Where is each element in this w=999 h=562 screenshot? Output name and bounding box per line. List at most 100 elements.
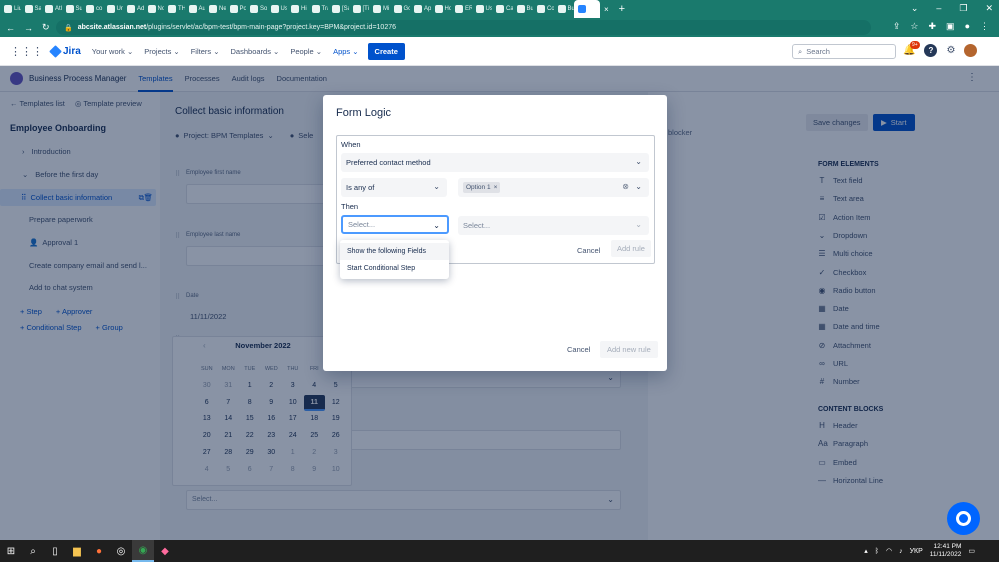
when-field-select[interactable]: Preferred contact method ⌄ [341, 153, 649, 172]
firefox-icon[interactable]: ● [88, 540, 110, 562]
task-view-icon[interactable]: ▯ [44, 540, 66, 562]
browser-tab[interactable]: Bu [513, 0, 533, 18]
nav-dashboards[interactable]: Dashboards ⌄ [231, 47, 280, 56]
then-target-select[interactable]: Select... ⌄ [458, 216, 649, 235]
browser-tab[interactable]: TH [164, 0, 185, 18]
top-nav-icons: 🔔 9+ ? ⚙ [903, 41, 978, 57]
share-icon[interactable]: ⇪ [893, 21, 901, 32]
file-explorer-icon[interactable]: ▆ [66, 540, 88, 562]
then-action-select[interactable]: Select... ⌄ [341, 215, 449, 234]
browser-tab[interactable]: Ne [205, 0, 226, 18]
browser-tab[interactable]: [Sa [328, 0, 349, 18]
settings-gear-icon[interactable]: ⚙ [946, 45, 955, 56]
operator-select[interactable]: Is any of ⌄ [341, 178, 447, 197]
when-label: When [341, 140, 361, 149]
browser-tab[interactable]: Atl [41, 0, 62, 18]
browser-tab[interactable]: Ad [123, 0, 144, 18]
browser-tab[interactable]: Hi [287, 0, 308, 18]
browser-tab[interactable]: Ho [431, 0, 451, 18]
help-chat-button[interactable] [947, 502, 980, 535]
jira-logo[interactable]: Jira [49, 44, 81, 58]
browser-tab[interactable]: Us [472, 0, 492, 18]
bluetooth-icon[interactable]: ᛒ [875, 548, 879, 555]
search-input[interactable]: ⌕ Search [792, 44, 896, 59]
tab-favicon-icon [86, 5, 94, 13]
clock[interactable]: 12:41 PM 11/11/2022 [930, 543, 962, 559]
browser-tab[interactable]: Liu [0, 0, 21, 18]
add-new-rule-button[interactable]: Add new rule [600, 341, 658, 358]
bookmark-star-icon[interactable]: ☆ [910, 21, 918, 32]
url-field[interactable]: 🔒 abcsite.atlassian.net/plugins/servlet/… [56, 20, 871, 35]
close-window-icon[interactable]: ✕ [985, 3, 993, 14]
browser-tab[interactable]: No [144, 0, 164, 18]
taskbar-search-icon[interactable]: ⌕ [22, 540, 44, 562]
chrome-icon[interactable]: ◉ [132, 540, 154, 562]
remove-chip-icon[interactable]: × [494, 184, 498, 191]
restore-icon[interactable]: ❐ [959, 3, 967, 14]
cancel-button[interactable]: Cancel [567, 345, 590, 354]
option-show-fields[interactable]: Show the following Fields [340, 243, 449, 260]
browser-tab[interactable]: Sol [246, 0, 267, 18]
browser-tab[interactable]: ER [451, 0, 472, 18]
browser-tab[interactable]: Au [185, 0, 205, 18]
notifications-icon[interactable]: 🔔 9+ [903, 41, 920, 56]
tab-favicon-icon [414, 5, 422, 13]
extensions-icon[interactable]: ✚ [929, 21, 937, 32]
tray-apps-icon[interactable]: ▴ [864, 547, 868, 555]
wifi-icon[interactable]: ◠ [886, 547, 892, 555]
browser-tab[interactable]: Co [533, 0, 554, 18]
tab-favicon-icon [475, 5, 484, 13]
browser-tab[interactable]: Go [390, 0, 410, 18]
browser-tab[interactable]: Bu [554, 0, 574, 18]
minimize-icon[interactable]: – [936, 3, 941, 14]
tab-favicon-icon [45, 5, 53, 13]
nav-apps[interactable]: Apps ⌄ [333, 47, 358, 56]
tab-favicon-icon [106, 5, 115, 13]
back-icon[interactable]: ← [6, 23, 15, 33]
volume-icon[interactable]: ♪ [899, 548, 903, 555]
profile-icon[interactable]: ● [965, 21, 970, 32]
tab-favicon-icon [393, 5, 402, 13]
obs-icon[interactable]: ◎ [110, 540, 132, 562]
browser-tab[interactable]: Tra [308, 0, 328, 18]
add-rule-button[interactable]: Add rule [611, 240, 651, 257]
nav-projects[interactable]: Projects ⌄ [144, 47, 179, 56]
browser-tab[interactable]: Mi [369, 0, 390, 18]
nav-your-work[interactable]: Your work ⌄ [92, 47, 133, 56]
browser-tab[interactable]: Ap [410, 0, 431, 18]
tab-favicon-icon [455, 5, 463, 13]
option-start-conditional-step[interactable]: Start Conditional Step [340, 260, 449, 277]
browser-menu-icon[interactable]: ⋮ [980, 21, 989, 32]
chevron-down-icon: ⌄ [433, 182, 440, 191]
tab-search-icon[interactable]: ⌄ [911, 3, 919, 14]
values-multiselect[interactable]: Option 1 × ⊗ ⌄ [458, 178, 649, 197]
windows-start-icon[interactable]: ⊞ [0, 540, 22, 562]
app-switcher-icon[interactable]: ⋮⋮⋮ [10, 45, 43, 58]
browser-tab[interactable]: Sa [21, 0, 41, 18]
help-icon[interactable]: ? [924, 44, 938, 57]
browser-tab[interactable]: co [82, 0, 103, 18]
reload-icon[interactable]: ↻ [42, 22, 50, 33]
browser-tab[interactable]: Us [267, 0, 287, 18]
tab-favicon-icon [229, 5, 238, 13]
browser-tab[interactable]: Un [103, 0, 123, 18]
new-tab-icon[interactable]: + [619, 3, 625, 15]
nav-people[interactable]: People ⌄ [290, 47, 322, 56]
language-indicator[interactable]: УКР [910, 548, 923, 555]
close-tab-icon[interactable]: × [600, 5, 613, 14]
app-icon[interactable]: ◆ [154, 540, 176, 562]
browser-tab-active[interactable] [574, 0, 600, 18]
sidepanel-icon[interactable]: ▣ [946, 21, 955, 32]
browser-tab[interactable]: Po [226, 0, 246, 18]
user-avatar[interactable] [964, 44, 978, 57]
browser-tab[interactable]: Ca [492, 0, 513, 18]
browser-tab[interactable]: Sul [62, 0, 82, 18]
clear-icon[interactable]: ⊗ [622, 182, 629, 191]
browser-tab[interactable]: [Ti [349, 0, 370, 18]
forward-icon[interactable]: → [24, 23, 33, 33]
system-tray: ▴ ᛒ ◠ ♪ УКР 12:41 PM 11/11/2022 ▭ [864, 543, 975, 559]
nav-filters[interactable]: Filters ⌄ [191, 47, 220, 56]
notification-center-icon[interactable]: ▭ [968, 547, 975, 555]
rule-cancel-button[interactable]: Cancel [577, 246, 600, 255]
create-button[interactable]: Create [367, 42, 405, 60]
